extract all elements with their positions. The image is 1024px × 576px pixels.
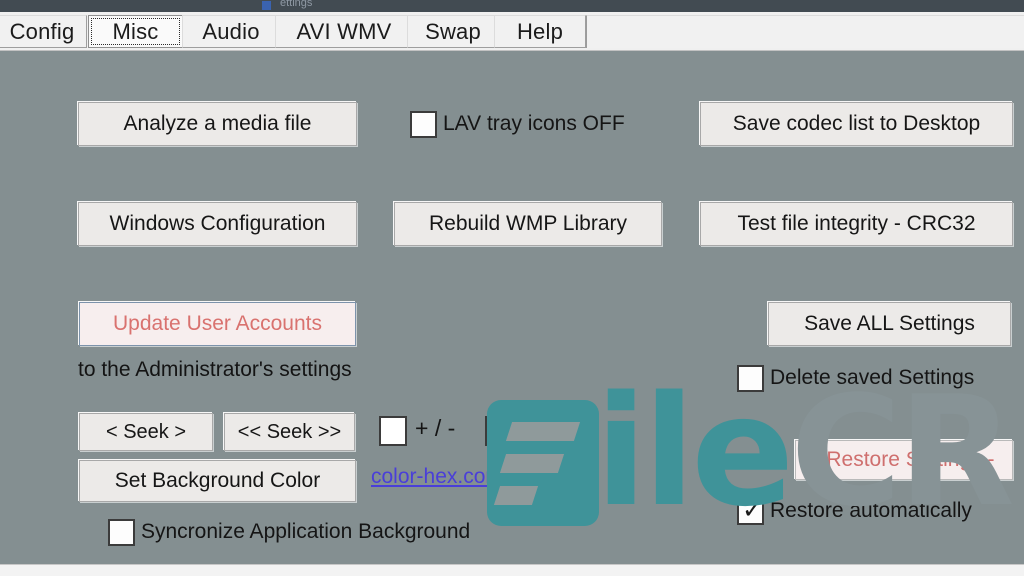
plus-minus-label: + / - (415, 415, 456, 441)
seek-fast-button-label: << Seek >> (237, 420, 342, 443)
restore-settings-label: - Restore Settings - (813, 448, 995, 471)
update-user-accounts-label: Update User Accounts (113, 312, 322, 335)
filecr-logo-bar-1 (505, 422, 581, 441)
tab-avi-wmv-label: AVI WMV (296, 18, 392, 44)
checkmark-icon: ✓ (742, 496, 763, 524)
test-file-integrity-button[interactable]: Test file integrity - CRC32 (700, 202, 1013, 246)
tab-config-label: Config (9, 18, 75, 44)
windows-configuration-button[interactable]: Windows Configuration (78, 202, 357, 246)
filecr-logo-bar-2 (499, 454, 565, 473)
window-titlebar: ettings (0, 0, 1024, 12)
save-all-settings-label: Save ALL Settings (804, 312, 975, 335)
set-background-color-label: Set Background Color (114, 469, 321, 492)
delete-saved-settings-label: Delete saved Settings (770, 366, 975, 389)
save-codec-list-label: Save codec list to Desktop (732, 112, 981, 135)
seek-step-left-input[interactable] (379, 416, 407, 446)
tab-config[interactable]: Config (0, 15, 87, 48)
restore-automatically-label: Restore automatically (770, 499, 972, 522)
app-icon (262, 1, 271, 10)
update-user-accounts-button[interactable]: Update User Accounts (79, 302, 356, 346)
tab-help-label: Help (516, 18, 564, 44)
tab-avi-wmv[interactable]: AVI WMV (275, 15, 413, 48)
tab-audio[interactable]: Audio (182, 15, 280, 48)
syncronize-application-background-label: Syncronize Application Background (141, 520, 471, 543)
tab-swap-label: Swap (425, 18, 481, 44)
tab-help[interactable]: Help (494, 15, 586, 48)
seek-fast-button[interactable]: << Seek >> (224, 413, 355, 451)
test-file-integrity-label: Test file integrity - CRC32 (737, 212, 976, 235)
save-codec-list-button[interactable]: Save codec list to Desktop (700, 102, 1013, 146)
restore-automatically-checkbox[interactable]: ✓ (737, 496, 764, 525)
seek-button-label: < Seek > (105, 420, 187, 443)
window-title: ettings (280, 0, 313, 9)
tab-misc-label: Misc (112, 18, 159, 44)
window-bottom-strip (0, 564, 1024, 576)
update-user-accounts-note: to the Administrator's settings (78, 358, 352, 381)
seek-button[interactable]: < Seek > (79, 413, 213, 451)
rebuild-wmp-library-button[interactable]: Rebuild WMP Library (394, 202, 662, 246)
set-background-color-button[interactable]: Set Background Color (79, 460, 356, 502)
lav-tray-icons-checkbox[interactable] (410, 111, 437, 138)
restore-settings-button[interactable]: - Restore Settings - (795, 440, 1013, 480)
save-all-settings-button[interactable]: Save ALL Settings (768, 302, 1011, 346)
tab-bar: Config Misc Audio AVI WMV Swap Help (0, 12, 1024, 51)
lav-tray-icons-label: LAV tray icons OFF (443, 112, 625, 135)
tab-misc[interactable]: Misc (88, 15, 183, 48)
analyze-media-file-button[interactable]: Analyze a media file (78, 102, 357, 146)
color-hex-link[interactable]: color-hex.com (371, 465, 503, 489)
analyze-media-file-label: Analyze a media file (123, 112, 312, 135)
seek-step-right-input[interactable] (485, 416, 513, 446)
tab-bar-filler (586, 15, 1024, 48)
syncronize-application-background-checkbox[interactable] (108, 519, 135, 546)
delete-saved-settings-checkbox[interactable] (737, 365, 764, 392)
tab-swap[interactable]: Swap (407, 15, 499, 48)
windows-configuration-label: Windows Configuration (109, 212, 326, 235)
rebuild-wmp-library-label: Rebuild WMP Library (428, 212, 627, 235)
tab-audio-label: Audio (202, 18, 260, 44)
